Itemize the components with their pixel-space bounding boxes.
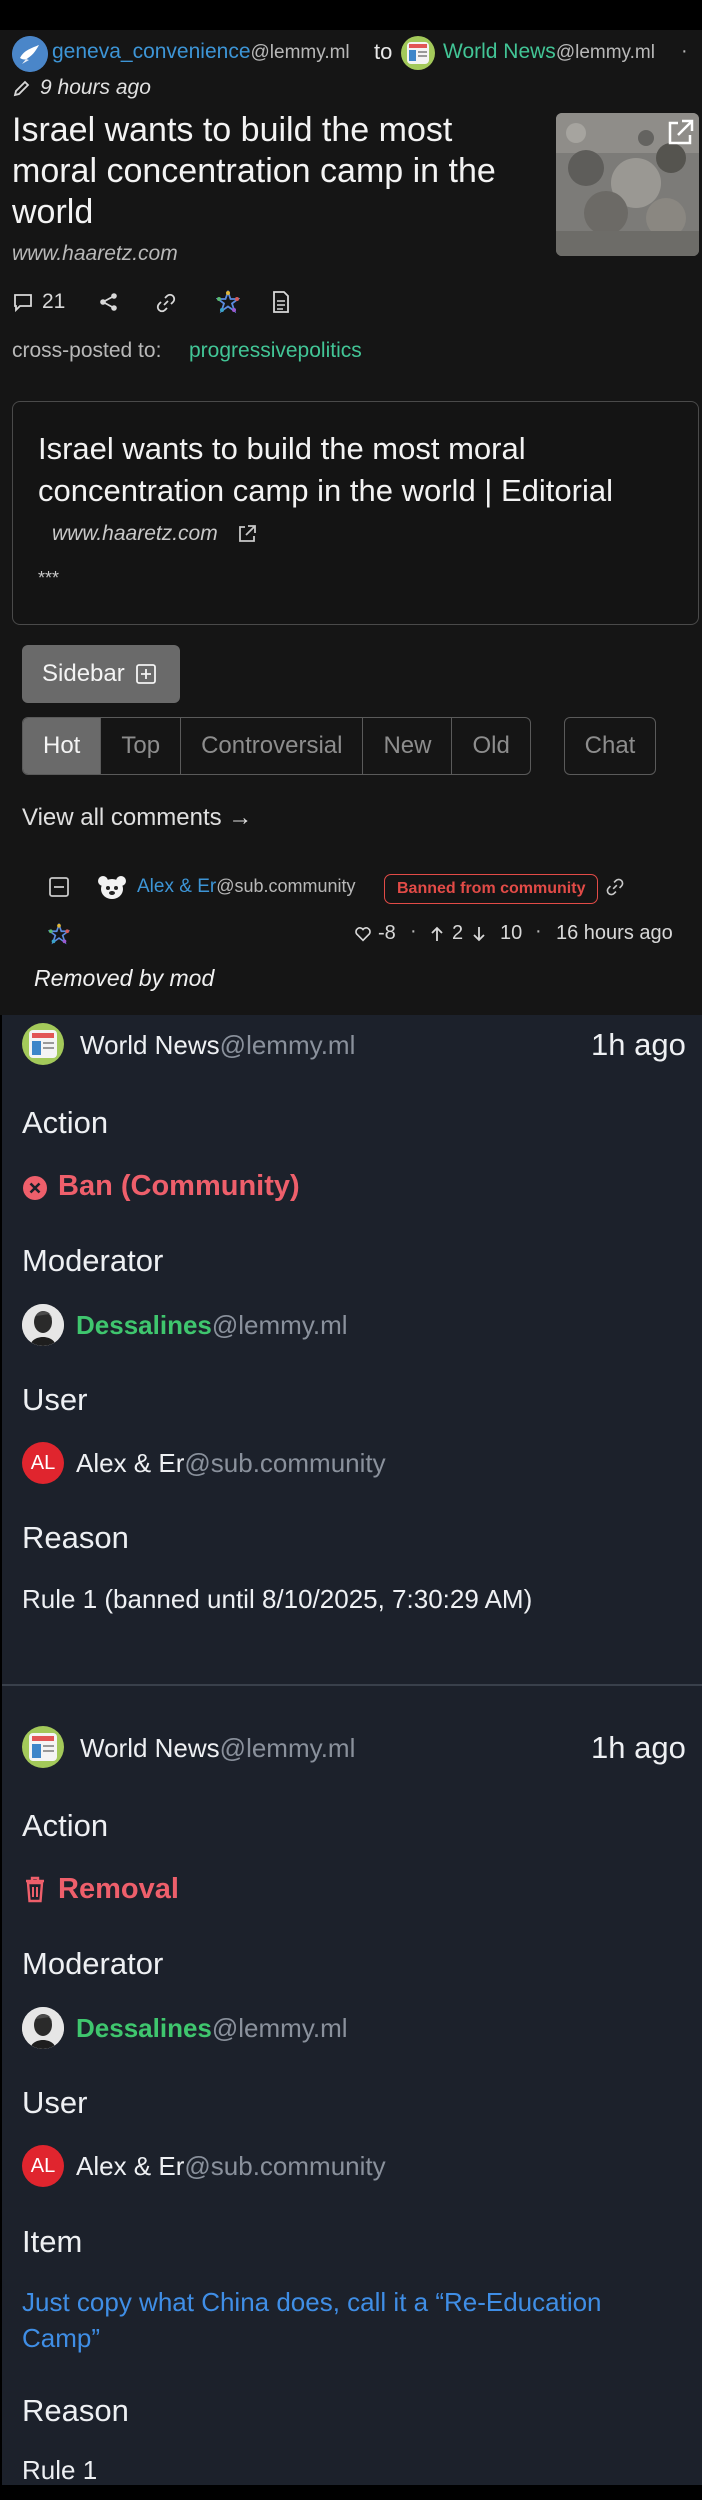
comment-score: -8 [378, 922, 396, 944]
action-value: Removal [58, 1873, 179, 1905]
moderator-name[interactable]: Dessalines [76, 1310, 212, 1340]
view-all-comments-link[interactable]: View all comments → [22, 804, 252, 832]
post-author-name[interactable]: geneva_convenience [52, 40, 251, 63]
modlog-community-instance: @lemmy.ml [219, 1733, 356, 1763]
post-thumbnail[interactable] [556, 113, 699, 256]
post-community-instance: @lemmy.ml [555, 42, 655, 63]
comment-time: 16 hours ago [556, 922, 673, 944]
dove-icon [12, 36, 48, 72]
comment-fediverse-icon[interactable] [48, 923, 70, 945]
post-time: 9 hours ago [40, 76, 151, 99]
comment-body: Removed by mod [34, 965, 215, 991]
moderator-avatar[interactable] [22, 1304, 64, 1346]
commenter-avatar[interactable] [96, 873, 128, 901]
separator-dot: · [681, 40, 688, 62]
modlog-community-name[interactable]: World News [80, 1733, 220, 1763]
moderator-portrait-image [22, 2007, 64, 2049]
sort-top-button[interactable]: Top [101, 718, 182, 774]
user-name[interactable]: Alex & Er [76, 1448, 184, 1478]
reason-value: Rule 1 [22, 2455, 98, 2485]
time-separator: · [535, 920, 542, 942]
sort-old-button[interactable]: Old [452, 718, 529, 774]
comment-count[interactable]: 21 [42, 290, 65, 314]
post-domain[interactable]: www.haaretz.com [12, 242, 178, 266]
link-icon[interactable] [154, 291, 178, 315]
sidebar-button[interactable]: Sidebar [22, 645, 180, 703]
moderator-heading: Moderator [22, 1243, 164, 1278]
chat-button[interactable]: Chat [564, 717, 656, 775]
reason-heading: Reason [22, 2393, 129, 2428]
x-circle-icon [22, 1175, 48, 1201]
comment-author-name[interactable]: Alex & Er [137, 876, 216, 897]
view-source-icon[interactable] [270, 290, 292, 314]
modlog-community-name[interactable]: World News [80, 1030, 220, 1060]
embed-body: *** [38, 568, 60, 588]
user-heading: User [22, 1382, 88, 1417]
edit-pencil-icon [12, 78, 32, 98]
sort-controversial-button[interactable]: Controversial [181, 718, 364, 774]
comment-icon[interactable] [12, 291, 34, 313]
modlog-community-icon[interactable] [22, 1023, 64, 1065]
action-value: Ban (Community) [58, 1170, 300, 1202]
post-community-name[interactable]: World News [443, 40, 556, 63]
action-heading: Action [22, 1105, 109, 1140]
comment-link-icon[interactable] [604, 876, 626, 898]
sidebar-button-label: Sidebar [42, 660, 125, 687]
downvote-arrow-icon[interactable] [472, 925, 486, 943]
top-bar [0, 0, 702, 30]
embed-external-link-icon[interactable] [236, 523, 258, 545]
upvote-arrow-icon[interactable] [430, 925, 444, 943]
post-title[interactable]: Israel wants to build the most moral con… [12, 110, 532, 233]
user-name[interactable]: Alex & Er [76, 2151, 184, 2181]
author-avatar[interactable] [12, 36, 48, 72]
crosspost-community[interactable]: progressivepolitics [189, 339, 362, 363]
reason-heading: Reason [22, 1520, 129, 1555]
moderator-instance: @lemmy.ml [211, 2013, 348, 2043]
user-instance: @sub.community [184, 2151, 386, 2181]
moderator-name[interactable]: Dessalines [76, 2013, 212, 2043]
plus-square-icon [135, 663, 157, 685]
entry-divider [2, 1684, 702, 1686]
reason-value: Rule 1 (banned until 8/10/2025, 7:30:29 … [22, 1584, 533, 1614]
crosspost-label: cross-posted to: [12, 339, 162, 362]
share-icon[interactable] [98, 291, 120, 313]
community-icon[interactable] [401, 36, 435, 70]
sort-button-group: Hot Top Controversial New Old [22, 717, 531, 775]
modlog-time: 1h ago [591, 1730, 686, 1765]
bottom-bar [0, 2485, 702, 2500]
modlog-time: 1h ago [591, 1027, 686, 1062]
modlog-community-instance: @lemmy.ml [219, 1030, 356, 1060]
fediverse-icon[interactable] [216, 290, 240, 314]
downvote-count: 10 [500, 922, 523, 944]
user-avatar[interactable]: AL [22, 1442, 64, 1484]
moderator-avatar[interactable] [22, 2007, 64, 2049]
post-author-instance: @lemmy.ml [250, 42, 350, 63]
item-link[interactable]: Just copy what China does, call it a “Re… [22, 2284, 662, 2356]
upvote-count: 2 [452, 922, 464, 944]
user-heading: User [22, 2085, 88, 2120]
to-word: to [374, 39, 393, 64]
modlog-community-icon[interactable] [22, 1726, 64, 1768]
item-heading: Item [22, 2224, 83, 2259]
comment-author-instance: @sub.community [216, 876, 356, 896]
sort-hot-button[interactable]: Hot [23, 718, 102, 774]
moderator-heading: Moderator [22, 1946, 164, 1981]
external-link-icon[interactable] [664, 117, 696, 149]
moderator-portrait-image [22, 1304, 64, 1346]
user-instance: @sub.community [184, 1448, 386, 1478]
score-separator: · [410, 920, 417, 942]
sort-new-button[interactable]: New [363, 718, 453, 774]
user-avatar[interactable]: AL [22, 2145, 64, 2187]
moderator-instance: @lemmy.ml [211, 1310, 348, 1340]
heart-icon [354, 925, 372, 943]
banned-badge: Banned from community [384, 874, 599, 904]
action-heading: Action [22, 1808, 109, 1843]
trash-icon [24, 1875, 46, 1903]
embed-domain[interactable]: www.haaretz.com [52, 522, 218, 546]
embed-title[interactable]: Israel wants to build the most moral con… [38, 428, 678, 512]
collapse-comment-icon[interactable] [48, 876, 70, 898]
